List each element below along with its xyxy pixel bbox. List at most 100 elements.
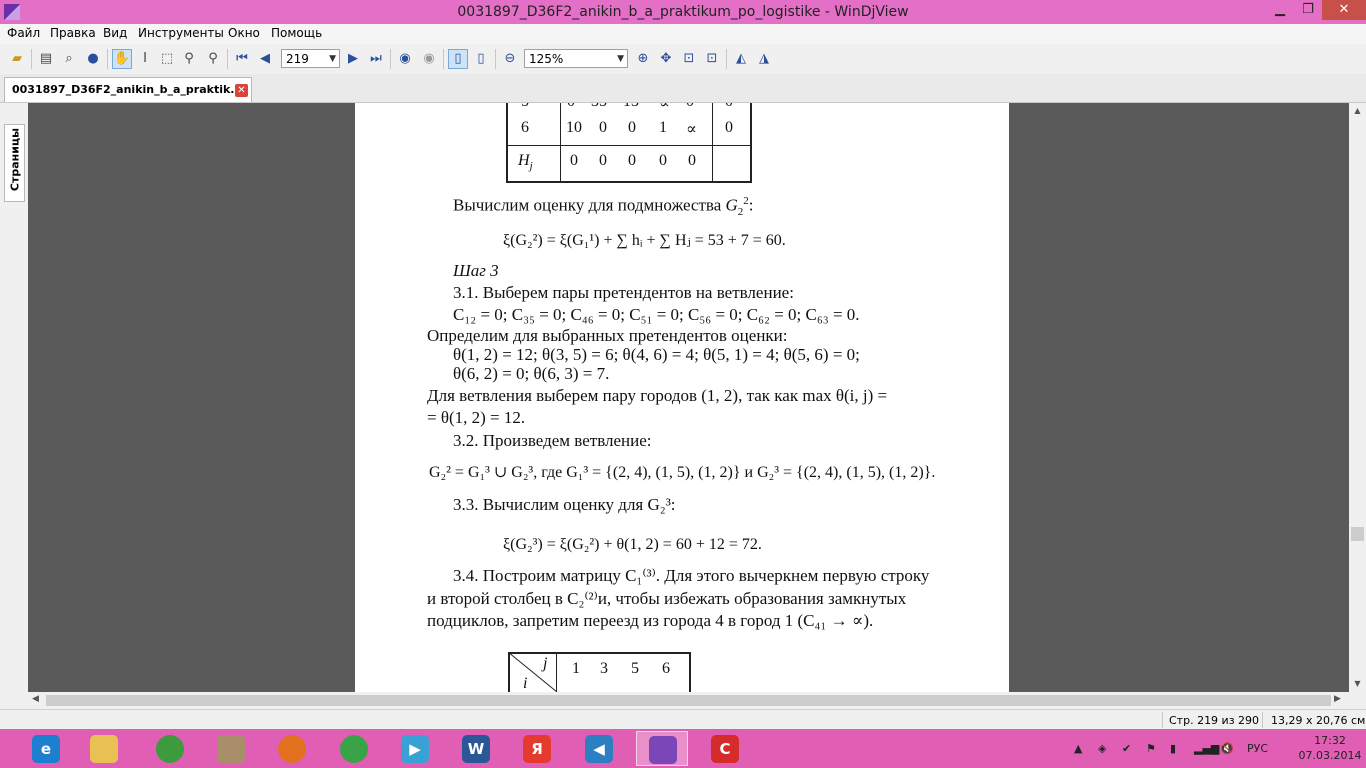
taskbar-chrome[interactable]: [328, 731, 380, 766]
document-viewport[interactable]: 5 0 35 13 ∝ 0 0 6 10 0 0 1 ∝ 0 Hj 0 0 0 …: [28, 103, 1349, 692]
page-number-combo[interactable]: 219 ▼: [281, 49, 340, 68]
actual-size-icon[interactable]: ⊡: [703, 50, 721, 68]
rotate-right-icon[interactable]: ◮: [755, 50, 773, 68]
tray-shield-icon[interactable]: ◈: [1098, 742, 1106, 755]
title-bar: 0031897_D36F2_anikin_b_a_praktikum_po_lo…: [0, 0, 1366, 24]
horizontal-scroll-thumb[interactable]: [46, 695, 1331, 706]
table1-cell: 6: [521, 119, 529, 136]
back-icon[interactable]: ◉: [396, 50, 414, 68]
scroll-down-icon[interactable]: ▼: [1349, 679, 1366, 688]
taskbar-word[interactable]: W: [450, 731, 502, 766]
archive-icon: [217, 735, 245, 763]
close-button[interactable]: ✕: [1322, 0, 1366, 20]
firefox-icon: [278, 735, 306, 763]
text-line: 3.1. Выберем пары претендентов на ветвле…: [453, 283, 794, 302]
vertical-scrollbar[interactable]: ▲ ▼: [1349, 103, 1366, 692]
fit-width-icon[interactable]: ⊡: [680, 50, 698, 68]
menu-bar: Файл Правка Вид Инструменты Окно Помощь: [0, 24, 1366, 44]
text-line: = θ(1, 2) = 12.: [427, 408, 526, 427]
chevron-down-icon: ▼: [329, 54, 336, 64]
forward-icon[interactable]: ◉: [420, 50, 438, 68]
scroll-left-icon[interactable]: ◀: [32, 694, 39, 704]
vertical-scroll-thumb[interactable]: [1351, 527, 1364, 541]
last-page-icon[interactable]: ⏭: [367, 50, 385, 68]
language-indicator[interactable]: РУС: [1247, 742, 1268, 755]
tray-check-icon[interactable]: ✔: [1122, 742, 1131, 755]
taskbar: e ▶ W Я ◀ C ▲ ◈ ✔ ⚑ ▮ ▂▄▆ 🔇 РУС 17:32 07.…: [0, 729, 1366, 768]
hand-tool-icon[interactable]: ✋: [112, 49, 132, 69]
find-icon[interactable]: ⌕: [60, 50, 78, 68]
zoom-in-rect-icon[interactable]: ⚲: [180, 50, 198, 68]
chevron-down-icon: ▼: [617, 54, 624, 64]
text-line: Вычислим оценку для подмножества G22:: [453, 195, 754, 219]
info-icon[interactable]: ●: [84, 50, 102, 68]
facing-pages-icon[interactable]: ▯: [472, 50, 490, 68]
rotate-left-icon[interactable]: ◭: [732, 50, 750, 68]
taskbar-sound[interactable]: ◀: [573, 731, 625, 766]
table1-cell: 0: [688, 152, 696, 169]
taskbar-yandex[interactable]: Я: [511, 731, 563, 766]
media-player-icon: ▶: [401, 735, 429, 763]
menu-file[interactable]: Файл: [7, 26, 40, 40]
yandex-icon: Я: [523, 735, 551, 763]
scroll-right-icon[interactable]: ▶: [1334, 694, 1341, 704]
clock[interactable]: 17:32 07.03.2014: [1298, 733, 1362, 763]
continuous-layout-icon[interactable]: ▯: [448, 49, 468, 69]
table1-cell: 10: [566, 119, 582, 136]
document-tab[interactable]: 0031897_D36F2_anikin_b_a_praktik... ✕: [4, 77, 252, 102]
select-text-icon[interactable]: I: [136, 50, 154, 68]
table1-cell: 0: [599, 119, 607, 136]
text-line: θ(6, 2) = 0; θ(6, 3) = 7.: [453, 364, 610, 383]
maximize-button[interactable]: ❐: [1294, 0, 1322, 20]
select-rect-icon[interactable]: ⬚: [158, 50, 176, 68]
taskbar-ie[interactable]: e: [20, 731, 72, 766]
table1-cell: 0: [599, 152, 607, 169]
zoom-in-icon[interactable]: ⊕: [634, 50, 652, 68]
menu-view[interactable]: Вид: [103, 26, 127, 40]
zoom-out-icon[interactable]: ⊖: [501, 50, 519, 68]
text-line: 3.2. Произведем ветвление:: [453, 431, 652, 450]
table1-hrow-label: Hj: [518, 152, 533, 173]
table1-cell: 0: [725, 119, 733, 136]
close-tab-icon[interactable]: ✕: [235, 84, 248, 97]
taskbar-app3[interactable]: C: [699, 731, 751, 766]
pages-panel-label: Страницы: [8, 127, 22, 192]
print-icon[interactable]: ▤: [37, 50, 55, 68]
taskbar-firefox[interactable]: [266, 731, 318, 766]
menu-tools[interactable]: Инструменты: [138, 26, 224, 40]
table2-j-label: j: [543, 655, 548, 672]
tray-network-icon[interactable]: ▂▄▆: [1194, 742, 1219, 755]
taskbar-app[interactable]: [144, 731, 196, 766]
minimize-button[interactable]: ▁: [1266, 0, 1294, 20]
pages-panel-tab[interactable]: Страницы: [4, 124, 25, 202]
table1-partial-row: 5 0 35 13 ∝ 0 0: [515, 103, 745, 109]
taskbar-windjview[interactable]: [636, 731, 688, 766]
zoom-combo[interactable]: 125% ▼: [524, 49, 628, 68]
zoom-out-rect-icon[interactable]: ⚲: [204, 50, 222, 68]
next-page-icon[interactable]: ▶: [344, 50, 362, 68]
horizontal-scrollbar[interactable]: ◀ ▶: [28, 692, 1349, 709]
first-page-icon[interactable]: ⏮: [233, 50, 251, 68]
folder-icon: [90, 735, 118, 763]
speaker-icon: ◀: [585, 735, 613, 763]
menu-edit[interactable]: Правка: [50, 26, 96, 40]
tray-flag-icon[interactable]: ⚑: [1146, 742, 1156, 755]
open-folder-icon[interactable]: ▰: [8, 50, 26, 68]
fit-page-icon[interactable]: ✥: [657, 50, 675, 68]
prev-page-icon[interactable]: ◀: [256, 50, 274, 68]
taskbar-explorer[interactable]: [78, 731, 130, 766]
menu-help[interactable]: Помощь: [271, 26, 322, 40]
window-title: 0031897_D36F2_anikin_b_a_praktikum_po_lo…: [457, 4, 909, 20]
tray-expand-icon[interactable]: ▲: [1074, 742, 1082, 755]
document-page: 5 0 35 13 ∝ 0 0 6 10 0 0 1 ∝ 0 Hj 0 0 0 …: [355, 103, 1009, 692]
taskbar-player[interactable]: ▶: [389, 731, 441, 766]
tray-volume-icon[interactable]: 🔇: [1220, 742, 1234, 755]
taskbar-app2[interactable]: [205, 731, 257, 766]
table2-col: 6: [662, 660, 670, 677]
word-icon: W: [462, 735, 490, 763]
menu-window[interactable]: Окно: [228, 26, 260, 40]
table2-col: 1: [572, 660, 580, 677]
scroll-up-icon[interactable]: ▲: [1349, 106, 1366, 115]
tray-battery-icon[interactable]: ▮: [1170, 742, 1176, 755]
table1-cell: 0: [570, 152, 578, 169]
